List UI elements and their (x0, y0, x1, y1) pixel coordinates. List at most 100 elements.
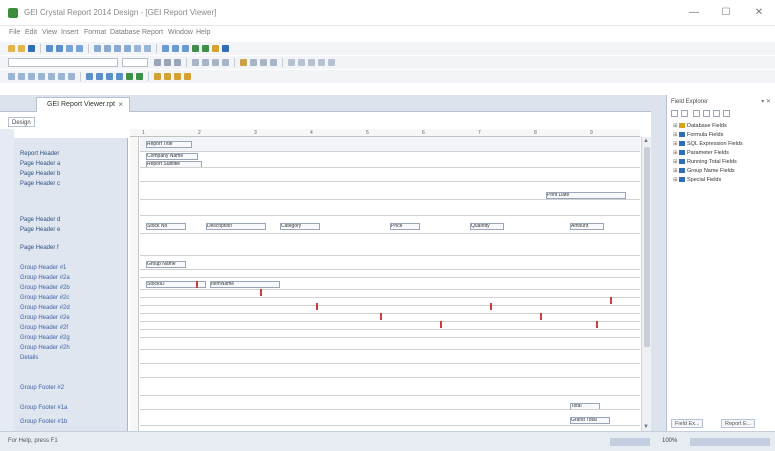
align-center-icon[interactable] (202, 59, 209, 66)
edit-field-icon[interactable] (703, 110, 710, 117)
band-label[interactable]: Page Header f (20, 244, 59, 252)
border-icon[interactable] (250, 59, 257, 66)
band-label[interactable]: Group Footer #1a (20, 404, 67, 412)
menu-report[interactable]: Report (142, 29, 163, 36)
band-label[interactable]: Group Header #2c (20, 294, 69, 302)
tree-item[interactable]: ⊞ Parameter Fields (673, 150, 729, 157)
group-name-field[interactable]: Group Name (146, 261, 186, 268)
grand-total-field[interactable]: Grand Total (570, 417, 610, 424)
section-divider[interactable] (140, 255, 640, 256)
report-title-field[interactable]: Report Title (146, 141, 192, 148)
new-report-icon[interactable] (8, 45, 15, 52)
underline-icon[interactable] (174, 59, 181, 66)
insert-hyperlink-icon[interactable] (126, 73, 133, 80)
browse-icon[interactable] (681, 110, 688, 117)
insert-special-field-icon[interactable] (184, 73, 191, 80)
save-icon[interactable] (28, 45, 35, 52)
menu-database[interactable]: Database (110, 29, 140, 36)
italic-icon[interactable] (164, 59, 171, 66)
column-header-2[interactable]: Description (206, 223, 266, 230)
insert-barcode-icon[interactable] (136, 73, 143, 80)
open-icon[interactable] (18, 45, 25, 52)
band-label[interactable]: Group Footer #1b (20, 418, 67, 426)
insert-box-icon[interactable] (68, 73, 75, 80)
insert-crosstab-icon[interactable] (38, 73, 45, 80)
band-label[interactable]: Group Header #1 (20, 264, 66, 272)
minimize-button[interactable]: — (683, 5, 705, 21)
menu-insert[interactable]: Insert (61, 29, 79, 36)
column-header-1[interactable]: Stock No (146, 223, 186, 230)
report-explorer-icon[interactable] (222, 45, 229, 52)
section-divider[interactable] (140, 321, 640, 322)
field-explorer-icon[interactable] (212, 45, 219, 52)
database-icon[interactable] (202, 45, 209, 52)
font-name-dropdown[interactable] (8, 58, 118, 67)
section-divider[interactable] (140, 289, 640, 290)
menu-window[interactable]: Window (168, 29, 193, 36)
align-left-icon[interactable] (192, 59, 199, 66)
section-divider[interactable] (140, 199, 640, 200)
zoom-slider[interactable] (610, 438, 650, 446)
column-header-5[interactable]: Quantity (470, 223, 504, 230)
section-divider[interactable] (140, 377, 640, 378)
preview-icon[interactable] (56, 45, 63, 52)
menu-edit[interactable]: Edit (25, 29, 37, 36)
insert-to-report-icon[interactable] (671, 110, 678, 117)
design-canvas[interactable]: Report Title Company Name Report Subtitl… (140, 137, 640, 431)
thousands-icon[interactable] (298, 59, 305, 66)
insert-map-icon[interactable] (106, 73, 113, 80)
lock-format-icon[interactable] (270, 59, 277, 66)
band-label[interactable]: Group Header #2f (20, 324, 68, 332)
formula-icon[interactable] (192, 45, 199, 52)
band-label[interactable]: Group Header #2h (20, 344, 70, 352)
insert-line-icon[interactable] (58, 73, 65, 80)
band-label[interactable]: Details (20, 354, 38, 362)
section-divider[interactable] (140, 425, 640, 426)
redo-icon[interactable] (144, 45, 151, 52)
section-divider[interactable] (140, 181, 640, 182)
menu-help[interactable]: Help (196, 29, 210, 36)
band-label[interactable]: Page Header a (20, 160, 60, 168)
insert-parameter-icon[interactable] (174, 73, 181, 80)
insert-summary-icon[interactable] (28, 73, 35, 80)
align-right-icon[interactable] (212, 59, 219, 66)
copy-icon[interactable] (104, 45, 111, 52)
tree-item[interactable]: ⊞ Special Fields (673, 177, 721, 184)
insert-ole-icon[interactable] (116, 73, 123, 80)
menu-file[interactable]: File (9, 29, 20, 36)
section-divider[interactable] (140, 269, 640, 270)
close-button[interactable]: ✕ (748, 5, 770, 21)
tab-field-explorer[interactable]: Field Ex... (671, 419, 704, 428)
band-label[interactable]: Report Header (20, 150, 59, 158)
currency-icon[interactable] (288, 59, 295, 66)
section-divider[interactable] (140, 215, 640, 216)
bold-icon[interactable] (154, 59, 161, 66)
suppress-icon[interactable] (260, 59, 267, 66)
insert-text-icon[interactable] (8, 73, 15, 80)
band-label[interactable]: Page Header d (20, 216, 60, 224)
detail-field-2[interactable]: ItemName (210, 281, 280, 288)
rename-field-icon[interactable] (713, 110, 720, 117)
tree-item[interactable]: ⊞ Formula Fields (673, 132, 723, 139)
new-field-icon[interactable] (693, 110, 700, 117)
section-divider[interactable] (140, 305, 640, 306)
group-expert-icon[interactable] (162, 45, 169, 52)
band-label[interactable]: Page Header b (20, 170, 60, 178)
panel-pin-icon[interactable]: ▾ ✕ (761, 98, 771, 105)
sort-expert-icon[interactable] (172, 45, 179, 52)
print-date-field[interactable]: Print Date (546, 192, 626, 199)
paste-icon[interactable] (114, 45, 121, 52)
font-color-icon[interactable] (240, 59, 247, 66)
section-divider[interactable] (140, 151, 640, 152)
band-label[interactable]: Group Footer #2 (20, 384, 64, 392)
section-divider[interactable] (140, 409, 640, 410)
refresh-icon[interactable] (76, 45, 83, 52)
insert-formula-icon[interactable] (164, 73, 171, 80)
export-icon[interactable] (66, 45, 73, 52)
insert-group-icon[interactable] (18, 73, 25, 80)
column-header-6[interactable]: Amount (570, 223, 604, 230)
scroll-down-icon[interactable]: ▼ (643, 424, 649, 430)
section-divider[interactable] (140, 349, 640, 350)
menu-view[interactable]: View (42, 29, 57, 36)
tab-report-explorer[interactable]: Report E... (721, 419, 756, 428)
